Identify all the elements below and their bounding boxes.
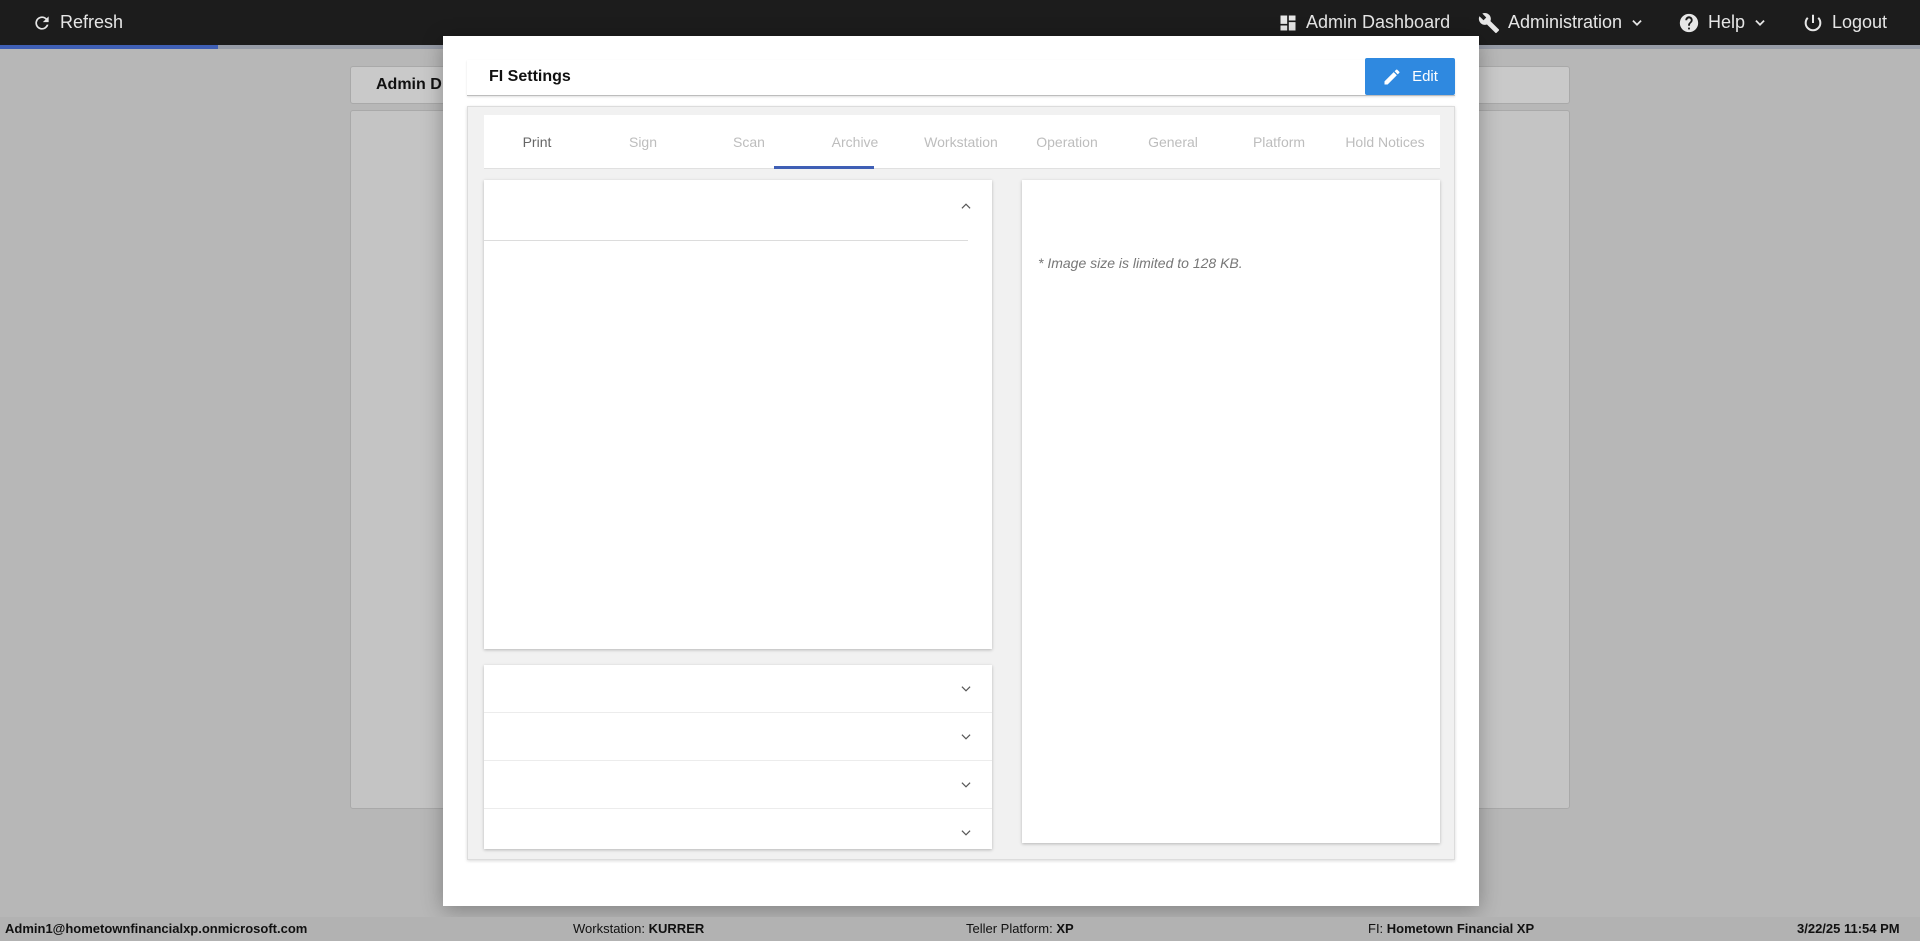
workstation-label: Workstation: — [573, 921, 646, 936]
workstation-value: KURRER — [648, 921, 705, 936]
loading-progress-bar — [0, 45, 218, 49]
tab-archive[interactable]: Archive — [802, 115, 908, 169]
pencil-icon — [1384, 68, 1400, 84]
chevron-down-icon — [1755, 19, 1765, 26]
image-settings-panel: * Image size is limited to 128 KB. — [1022, 180, 1440, 843]
refresh-label: Refresh — [60, 12, 124, 32]
status-workstation: Workstation: KURRER — [573, 921, 704, 936]
administration-label: Administration — [1508, 12, 1623, 32]
chevron-down-icon — [961, 830, 971, 836]
collapsed-panels — [484, 665, 992, 849]
collapse-panel-button[interactable] — [956, 196, 976, 216]
expand-panel-button[interactable] — [956, 775, 976, 795]
status-datetime: 3/22/25 11:54 PM — [1797, 921, 1900, 936]
fi-settings-dialog: FI Settings Edit Print Sign Scan Archive… — [443, 36, 1479, 906]
collapsed-panel-row[interactable] — [484, 665, 992, 713]
dashboard-icon — [1280, 15, 1296, 30]
refresh-button[interactable]: Refresh — [32, 0, 123, 45]
tab-general[interactable]: General — [1120, 115, 1226, 169]
status-fi: FI: Hometown Financial XP — [1368, 921, 1534, 936]
image-size-note: * Image size is limited to 128 KB. — [1038, 255, 1243, 271]
fi-value: Hometown Financial XP — [1386, 921, 1535, 936]
status-user: Admin1@hometownfinancialxp.onmicrosoft.c… — [5, 921, 308, 936]
chevron-down-icon — [961, 734, 971, 740]
expanded-panel — [484, 180, 992, 649]
admin-dashboard-label: Admin Dashboard — [1306, 12, 1451, 32]
chevron-down-icon — [961, 686, 971, 692]
chevron-up-icon — [961, 203, 971, 209]
edit-button[interactable]: Edit — [1365, 58, 1455, 95]
collapsed-panel-row[interactable] — [484, 809, 992, 857]
tab-workstation[interactable]: Workstation — [908, 115, 1014, 169]
collapsed-panel-row[interactable] — [484, 713, 992, 761]
expand-panel-button[interactable] — [956, 823, 976, 843]
refresh-icon — [35, 15, 49, 30]
tab-hold-notices[interactable]: Hold Notices — [1332, 115, 1438, 169]
expand-panel-button[interactable] — [956, 679, 976, 699]
wrench-icon — [1478, 12, 1500, 33]
logout-label: Logout — [1832, 12, 1888, 32]
panel-divider — [484, 240, 968, 241]
tab-platform[interactable]: Platform — [1226, 115, 1332, 169]
help-circle-icon — [1679, 13, 1699, 32]
edit-label: Edit — [1412, 68, 1438, 85]
logout-button[interactable]: Logout — [1802, 0, 1887, 45]
expand-panel-button[interactable] — [956, 727, 976, 747]
dialog-header: FI Settings Edit — [467, 58, 1455, 96]
chevron-down-icon — [1632, 19, 1642, 26]
active-tab-indicator — [774, 166, 874, 169]
chevron-down-icon — [961, 782, 971, 788]
status-teller-platform: Teller Platform: XP — [966, 921, 1074, 936]
dialog-content: Print Sign Scan Archive Workstation Oper… — [467, 106, 1455, 860]
tab-sign[interactable]: Sign — [590, 115, 696, 169]
dialog-title: FI Settings — [489, 68, 571, 85]
collapsed-panel-row[interactable] — [484, 761, 992, 809]
settings-tabs: Print Sign Scan Archive Workstation Oper… — [484, 115, 1440, 169]
status-bar: Admin1@hometownfinancialxp.onmicrosoft.c… — [0, 917, 1920, 941]
teller-platform-label: Teller Platform: — [966, 921, 1053, 936]
administration-menu[interactable]: Administration — [1478, 0, 1644, 45]
tab-print[interactable]: Print — [484, 115, 590, 169]
background-card-title: Admin D — [376, 76, 442, 93]
tab-scan[interactable]: Scan — [696, 115, 802, 169]
power-icon — [1804, 14, 1822, 31]
help-menu[interactable]: Help — [1678, 0, 1767, 45]
fi-label: FI: — [1368, 921, 1384, 936]
help-label: Help — [1708, 12, 1746, 32]
tab-operation[interactable]: Operation — [1014, 115, 1120, 169]
teller-platform-value: XP — [1056, 921, 1074, 936]
